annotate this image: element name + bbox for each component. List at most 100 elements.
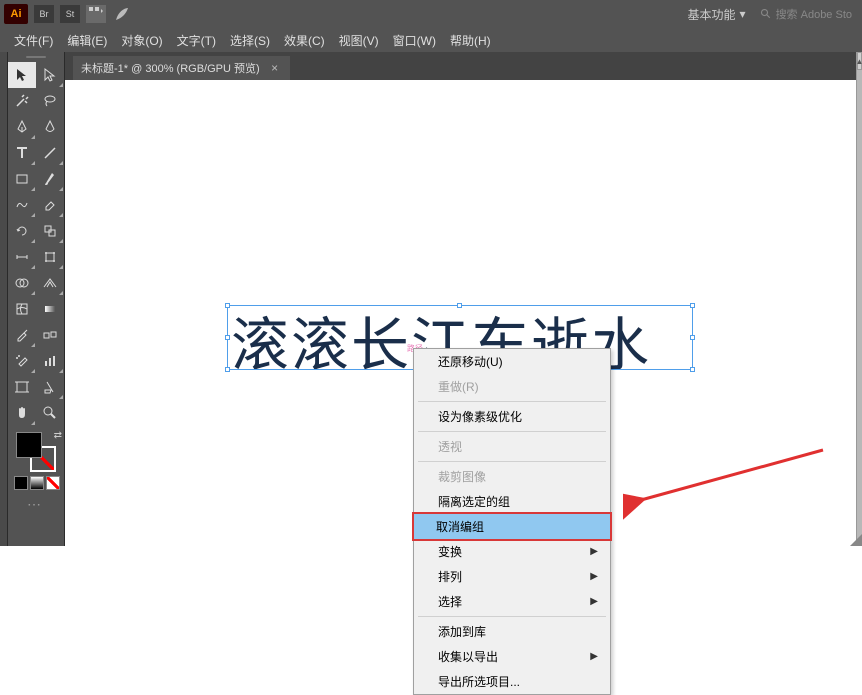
zoom-tool[interactable] bbox=[36, 400, 64, 426]
menu-edit[interactable]: 编辑(E) bbox=[61, 30, 113, 51]
context-menu-item[interactable]: 隔离选定的组 bbox=[414, 489, 610, 514]
document-tab-bar: 未标题-1* @ 300% (RGB/GPU 预览) × bbox=[65, 52, 862, 80]
canvas[interactable]: 滚滚长江东逝水 路径 还原移动(U)重做(R)设为像素级优化透视裁剪图像隔离选定… bbox=[65, 80, 862, 546]
rotate-tool[interactable] bbox=[8, 218, 36, 244]
arrange-docs-icon[interactable] bbox=[86, 5, 106, 23]
menu-view[interactable]: 视图(V) bbox=[333, 30, 385, 51]
resize-corner[interactable] bbox=[850, 534, 862, 546]
resize-handle-bl[interactable] bbox=[225, 367, 230, 372]
eraser-tool[interactable] bbox=[36, 192, 64, 218]
menu-file[interactable]: 文件(F) bbox=[8, 30, 59, 51]
search-box[interactable]: 搜索 Adobe Sto bbox=[754, 4, 858, 24]
lasso-tool[interactable] bbox=[36, 88, 64, 114]
workspace-label: 基本功能 bbox=[688, 6, 736, 23]
width-tool[interactable] bbox=[8, 244, 36, 270]
panel-grip[interactable] bbox=[8, 52, 64, 62]
gradient-tool[interactable] bbox=[36, 296, 64, 322]
context-menu-label: 取消编组 bbox=[436, 518, 484, 535]
resize-handle-br[interactable] bbox=[690, 367, 695, 372]
menu-separator bbox=[418, 431, 606, 432]
fill-color-swatch[interactable] bbox=[16, 432, 42, 458]
workspace-switcher[interactable]: 基本功能 ▾ bbox=[680, 4, 754, 25]
menu-select[interactable]: 选择(S) bbox=[224, 30, 276, 51]
context-menu-item: 重做(R) bbox=[414, 374, 610, 399]
submenu-arrow-icon: ▶ bbox=[590, 651, 598, 662]
menu-effect[interactable]: 效果(C) bbox=[278, 30, 331, 51]
context-menu-label: 排列 bbox=[438, 568, 462, 585]
color-mode-solid[interactable] bbox=[14, 476, 28, 490]
context-menu-item[interactable]: 设为像素级优化 bbox=[414, 404, 610, 429]
resize-handle-tm[interactable] bbox=[457, 303, 462, 308]
context-menu-item: 透视 bbox=[414, 434, 610, 459]
menu-window[interactable]: 窗口(W) bbox=[387, 30, 442, 51]
scale-tool[interactable] bbox=[36, 218, 64, 244]
left-dock-strip bbox=[0, 52, 8, 546]
context-menu-item[interactable]: 变换▶ bbox=[414, 539, 610, 564]
magic-wand-tool[interactable] bbox=[8, 88, 36, 114]
bridge-icon[interactable]: Br bbox=[34, 5, 54, 23]
eyedropper-tool[interactable] bbox=[8, 322, 36, 348]
context-menu-item[interactable]: 收集以导出 ▶ bbox=[414, 644, 610, 669]
search-placeholder: 搜索 Adobe Sto bbox=[776, 6, 852, 22]
pen-tool[interactable] bbox=[8, 114, 36, 140]
free-transform-tool[interactable] bbox=[36, 244, 64, 270]
paintbrush-tool[interactable] bbox=[36, 166, 64, 192]
annotation-arrow bbox=[623, 440, 833, 530]
context-menu-label: 隔离选定的组 bbox=[438, 493, 510, 510]
context-menu-item[interactable]: 添加到库 bbox=[414, 619, 610, 644]
column-graph-tool[interactable] bbox=[36, 348, 64, 374]
curvature-tool[interactable] bbox=[36, 114, 64, 140]
screen-mode-icon[interactable]: ⋯ bbox=[8, 494, 64, 514]
slice-tool[interactable] bbox=[36, 374, 64, 400]
swap-colors-icon[interactable]: ⇄ bbox=[54, 430, 62, 441]
context-menu-item[interactable]: 导出所选项目... bbox=[414, 669, 610, 694]
stock-icon[interactable]: St bbox=[60, 5, 80, 23]
color-mode-none[interactable] bbox=[46, 476, 60, 490]
app-logo: Ai bbox=[4, 4, 28, 24]
selection-tool[interactable] bbox=[8, 62, 36, 88]
context-menu-label: 透视 bbox=[438, 438, 462, 455]
context-menu-item[interactable]: 选择▶ bbox=[414, 589, 610, 614]
perspective-grid-tool[interactable] bbox=[36, 270, 64, 296]
shaper-tool[interactable] bbox=[8, 192, 36, 218]
resize-handle-mr[interactable] bbox=[690, 335, 695, 340]
color-mode-gradient[interactable] bbox=[30, 476, 44, 490]
symbol-sprayer-tool[interactable] bbox=[8, 348, 36, 374]
type-tool[interactable] bbox=[8, 140, 36, 166]
blend-tool[interactable] bbox=[36, 322, 64, 348]
resize-handle-tl[interactable] bbox=[225, 303, 230, 308]
context-menu: 还原移动(U)重做(R)设为像素级优化透视裁剪图像隔离选定的组取消编组变换▶排列… bbox=[413, 348, 611, 695]
rectangle-tool[interactable] bbox=[8, 166, 36, 192]
document-area: 未标题-1* @ 300% (RGB/GPU 预览) × 滚滚长江东逝水 路径 … bbox=[65, 52, 862, 546]
resize-handle-ml[interactable] bbox=[225, 335, 230, 340]
menu-type[interactable]: 文字(T) bbox=[171, 30, 222, 51]
menu-help[interactable]: 帮助(H) bbox=[444, 30, 497, 51]
menu-object[interactable]: 对象(O) bbox=[115, 30, 168, 51]
hand-tool[interactable] bbox=[8, 400, 36, 426]
context-menu-label: 添加到库 bbox=[438, 623, 486, 640]
shape-builder-tool[interactable] bbox=[8, 270, 36, 296]
context-menu-label: 收集以导出 bbox=[438, 648, 498, 665]
feather-icon[interactable] bbox=[112, 5, 132, 23]
vertical-scrollbar[interactable]: ▲ bbox=[856, 52, 862, 546]
scroll-up-button[interactable]: ▲ bbox=[857, 52, 862, 70]
context-menu-item[interactable]: 取消编组 bbox=[412, 512, 612, 541]
color-section: ⇄ bbox=[8, 426, 64, 494]
context-menu-item: 裁剪图像 bbox=[414, 464, 610, 489]
close-icon[interactable]: × bbox=[268, 61, 282, 75]
context-menu-label: 重做(R) bbox=[438, 378, 479, 395]
context-menu-label: 选择 bbox=[438, 593, 462, 610]
mesh-tool[interactable] bbox=[8, 296, 36, 322]
menu-separator bbox=[418, 401, 606, 402]
context-menu-item[interactable]: 排列▶ bbox=[414, 564, 610, 589]
menu-bar: 文件(F) 编辑(E) 对象(O) 文字(T) 选择(S) 效果(C) 视图(V… bbox=[0, 28, 862, 52]
document-tab-title: 未标题-1* @ 300% (RGB/GPU 预览) bbox=[81, 60, 260, 76]
resize-handle-tr[interactable] bbox=[690, 303, 695, 308]
direct-selection-tool[interactable] bbox=[36, 62, 64, 88]
menu-separator bbox=[418, 461, 606, 462]
context-menu-label: 还原移动(U) bbox=[438, 353, 503, 370]
context-menu-item[interactable]: 还原移动(U) bbox=[414, 349, 610, 374]
artboard-tool[interactable] bbox=[8, 374, 36, 400]
line-tool[interactable] bbox=[36, 140, 64, 166]
document-tab[interactable]: 未标题-1* @ 300% (RGB/GPU 预览) × bbox=[73, 56, 290, 80]
